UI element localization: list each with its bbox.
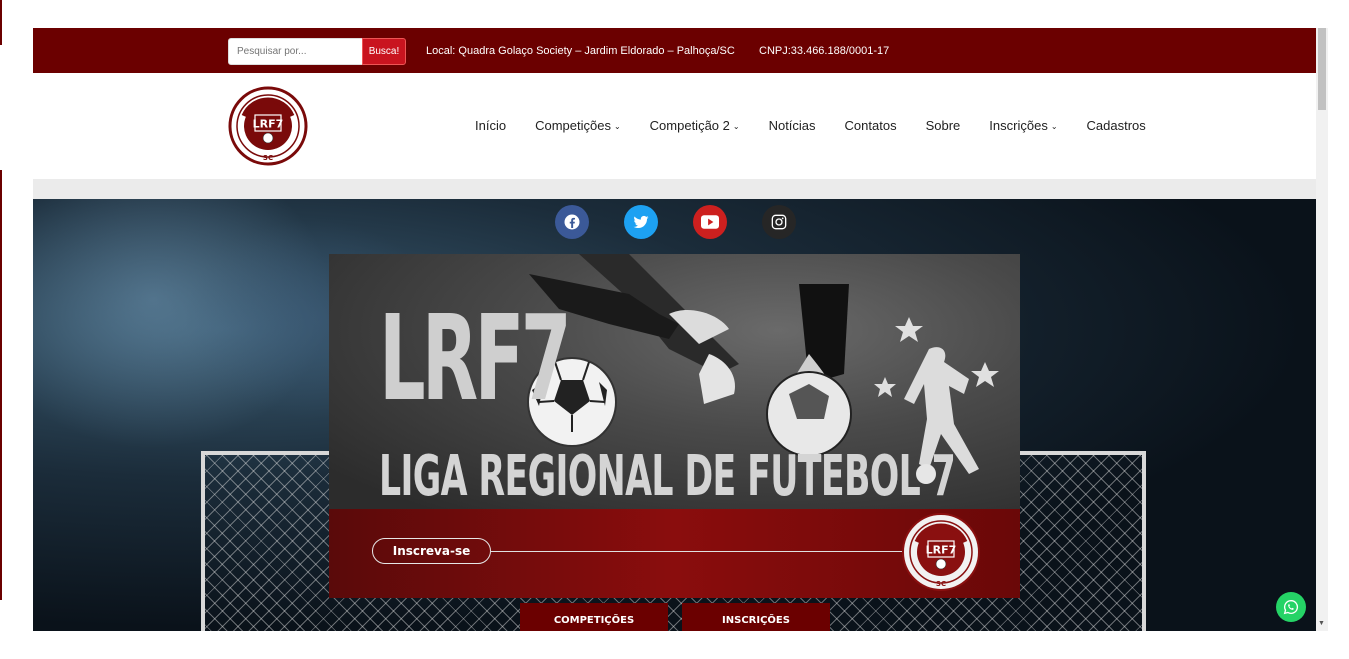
nav-label: Inscrições (989, 118, 1048, 133)
hero-section: LRF7 LIGA REGIONAL DE FUTEBOL 7 Inscreva… (33, 199, 1316, 631)
instagram-icon[interactable] (762, 205, 796, 239)
chevron-down-icon: ⌄ (613, 122, 621, 131)
main-nav: Início Competições ⌄ Competição 2 ⌄ Notíci… (475, 118, 1175, 133)
nav-label: Início (475, 118, 507, 133)
nav-item-noticias[interactable]: Notícias (769, 118, 816, 133)
search-input[interactable] (228, 38, 363, 65)
page-scrollbar[interactable] (1316, 28, 1328, 631)
left-edge-strip (0, 170, 2, 600)
banner-photo: LRF7 LIGA REGIONAL DE FUTEBOL 7 (329, 254, 1020, 509)
site-logo[interactable]: LRF7 SC (228, 86, 308, 166)
page: Busca! Local: Quadra Golaço Society – Ja… (0, 0, 1349, 659)
inscreva-se-button[interactable]: Inscreva-se (372, 538, 491, 564)
nav-item-contatos[interactable]: Contatos (845, 118, 897, 133)
chevron-down-icon: ⌄ (732, 122, 740, 131)
site-header: LRF7 SC Início Competições ⌄ Competição 2… (33, 73, 1316, 179)
cnpj-text: CNPJ:33.466.188/0001-17 (759, 45, 890, 57)
svg-text:SC: SC (263, 154, 273, 162)
banner-title: LIGA REGIONAL DE FUTEBOL 7 (379, 444, 956, 509)
lrf7-logo-icon: LRF7 SC (902, 513, 980, 591)
whatsapp-icon[interactable] (1276, 592, 1306, 622)
svg-text:SC: SC (936, 580, 946, 588)
nav-label: Sobre (925, 118, 961, 133)
nav-item-competicao-2[interactable]: Competição 2 ⌄ (650, 118, 740, 133)
nav-label: Contatos (844, 118, 897, 133)
nav-item-cadastros[interactable]: Cadastros (1087, 118, 1146, 133)
hero-banner[interactable]: LRF7 LIGA REGIONAL DE FUTEBOL 7 Inscreva… (329, 254, 1020, 598)
top-bar: Busca! Local: Quadra Golaço Society – Ja… (33, 28, 1316, 73)
svg-text:LRF7: LRF7 (926, 544, 957, 557)
nav-item-competicoes[interactable]: Competições ⌄ (535, 118, 621, 133)
competicoes-button[interactable]: COMPETIÇÕES (520, 603, 668, 631)
banner-logo: LRF7 SC (901, 512, 981, 592)
nav-item-inscricoes[interactable]: Inscrições ⌄ (989, 118, 1057, 133)
nav-label: Notícias (768, 118, 816, 133)
nav-label: Competições (535, 118, 611, 133)
scrollbar-thumb[interactable] (1318, 28, 1326, 110)
inscricoes-button[interactable]: INSCRIÇÕES (682, 603, 830, 631)
header-divider (33, 179, 1316, 199)
nav-label: Cadastros (1086, 118, 1146, 133)
lrf7-logo-icon: LRF7 SC (228, 86, 308, 166)
banner-divider-line (491, 551, 903, 552)
location-text: Local: Quadra Golaço Society – Jardim El… (426, 45, 735, 57)
nav-item-sobre[interactable]: Sobre (926, 118, 961, 133)
chevron-down-icon: ⌄ (1050, 122, 1058, 131)
scroll-down-arrow-icon[interactable]: ▼ (1318, 620, 1325, 627)
facebook-icon[interactable] (555, 205, 589, 239)
svg-text:LRF7: LRF7 (253, 118, 284, 131)
twitter-icon[interactable] (624, 205, 658, 239)
search-button[interactable]: Busca! (362, 38, 406, 65)
social-links (555, 205, 831, 239)
youtube-icon[interactable] (693, 205, 727, 239)
left-edge-strip (0, 0, 2, 45)
nav-item-inicio[interactable]: Início (475, 118, 506, 133)
nav-label: Competição 2 (649, 118, 730, 133)
banner-big-text: LRF7 (379, 289, 572, 427)
